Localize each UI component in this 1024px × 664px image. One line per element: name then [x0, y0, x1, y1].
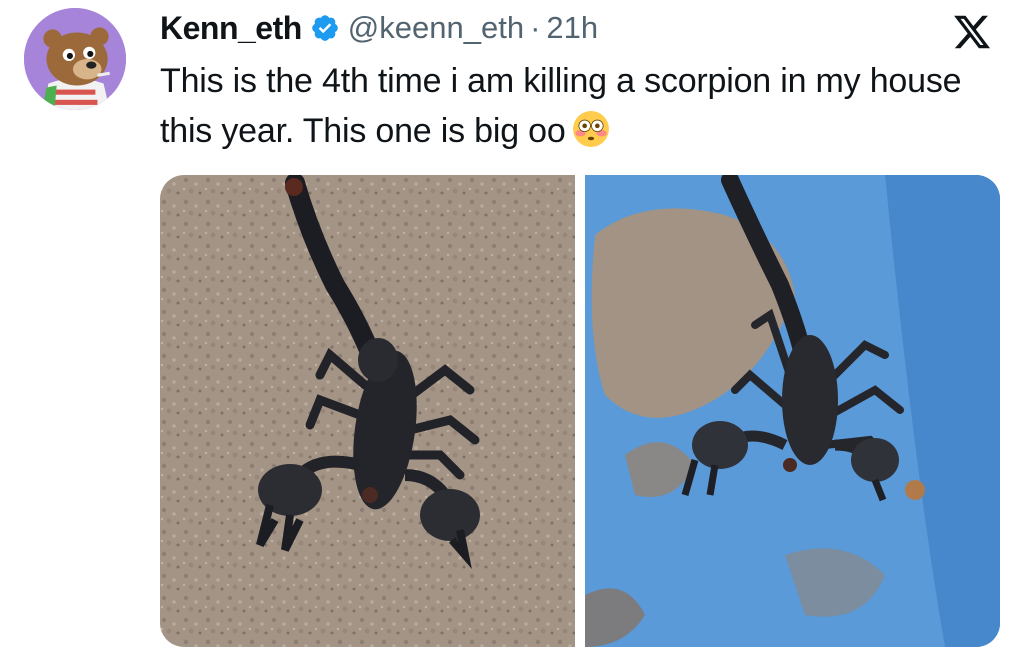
- verified-badge-icon: [310, 13, 340, 43]
- author-avatar[interactable]: [24, 8, 126, 110]
- scorpion-in-blue-basin-image: [585, 175, 1000, 647]
- tweet-body: This is the 4th time i am killing a scor…: [160, 62, 962, 150]
- flushed-face-emoji-icon: [572, 110, 610, 148]
- media-photo-2[interactable]: [585, 175, 1000, 647]
- tweet-header: Kenn_eth @keenn_eth · 21h: [160, 4, 598, 52]
- separator-dot: ·: [530, 10, 541, 45]
- x-logo-icon: [950, 12, 994, 52]
- cartoon-bear-icon: [24, 8, 126, 110]
- scorpion-on-concrete-image: [160, 175, 575, 647]
- media-photo-1[interactable]: [160, 175, 575, 647]
- author-display-name[interactable]: Kenn_eth: [160, 10, 302, 47]
- author-handle[interactable]: @keenn_eth: [348, 10, 524, 46]
- tweet-timestamp[interactable]: 21h: [546, 10, 598, 46]
- tweet-media-grid: [160, 175, 1000, 647]
- tweet-text: This is the 4th time i am killing a scor…: [160, 56, 1000, 156]
